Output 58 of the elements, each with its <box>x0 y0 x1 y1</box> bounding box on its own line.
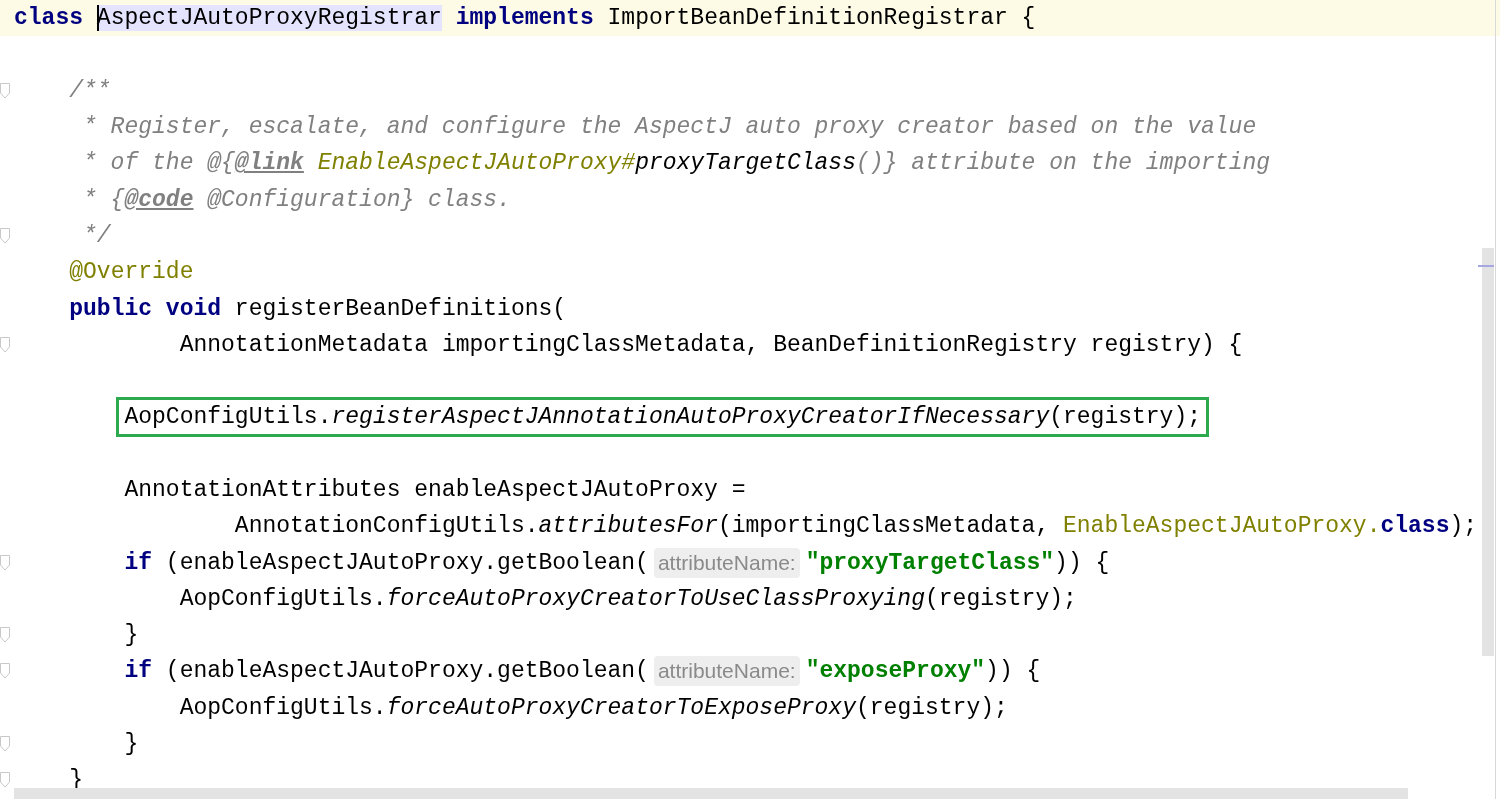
string-literal: "proxyTargetClass" <box>805 549 1055 576</box>
parameter-hint: attributeName: <box>653 547 800 578</box>
parameter-hint: attributeName: <box>653 656 800 687</box>
method-call: forceAutoProxyCreatorToExposeProxy <box>386 694 856 721</box>
scroll-marker <box>1478 265 1494 267</box>
fold-marker-icon[interactable] <box>0 554 10 571</box>
code-text: } <box>124 622 139 649</box>
doc-tag: @code <box>124 186 194 213</box>
doc-comment: */ <box>83 222 111 249</box>
code-text: (enableAspectJAutoProxy.getBoolean( <box>164 658 649 685</box>
code-text: AnnotationConfigUtils. <box>234 513 539 540</box>
method-call: attributesFor <box>538 513 718 540</box>
doc-comment: ()} attribute on the importing <box>855 150 1271 177</box>
keyword: implements <box>454 5 594 32</box>
code-text: (importingClassMetadata, <box>717 513 1051 540</box>
code-text: } <box>124 731 139 758</box>
doc-comment: * Register, escalate, and configure the AspectJ auto proxy creator based on the value <box>83 114 1257 141</box>
keyword: class <box>14 5 84 32</box>
keyword: public void <box>69 295 222 322</box>
horizontal-scrollbar[interactable] <box>14 788 1408 799</box>
class-reference: EnableAspectJAutoProxy. <box>1063 513 1381 540</box>
doc-tag: @link <box>234 150 304 177</box>
fold-marker-icon[interactable] <box>0 736 10 753</box>
code-text: (registry); <box>855 694 1008 721</box>
code-text: ); <box>1449 513 1478 540</box>
doc-comment: @Configuration} class. <box>206 186 511 213</box>
code-text: registerBeanDefinitions( <box>233 295 567 322</box>
doc-member: proxyTargetClass <box>635 150 856 177</box>
highlighted-identifier: AspectJAutoProxyRegistrar <box>96 5 442 32</box>
fold-marker-icon[interactable] <box>0 772 10 789</box>
code-text: (registry); <box>1049 404 1201 431</box>
code-text: AopConfigUtils. <box>179 585 387 612</box>
fold-marker-icon[interactable] <box>0 227 10 244</box>
doc-comment: * of the @{ <box>83 150 235 177</box>
fold-marker-icon[interactable] <box>0 663 10 680</box>
code-text: (registry); <box>925 585 1077 612</box>
keyword: if <box>124 658 153 685</box>
fold-marker-icon[interactable] <box>0 82 10 99</box>
fold-marker-icon[interactable] <box>0 627 10 644</box>
fold-marker-icon[interactable] <box>0 336 10 353</box>
vertical-scrollbar[interactable] <box>1482 248 1494 656</box>
string-literal: "exposeProxy" <box>805 658 986 685</box>
code-text: )) { <box>1054 549 1110 576</box>
code-text: AopConfigUtils. <box>124 404 332 431</box>
keyword: class <box>1380 513 1450 540</box>
code-text: ImportBeanDefinitionRegistrar { <box>606 5 1036 32</box>
annotation: @Override <box>69 259 194 286</box>
code-text: AopConfigUtils. <box>179 694 387 721</box>
doc-comment: /** <box>69 77 111 104</box>
code-text: (enableAspectJAutoProxy.getBoolean( <box>164 549 649 576</box>
method-call: registerAspectJAnnotationAutoProxyCreatorIfNecessary <box>331 404 1050 431</box>
method-call: forceAutoProxyCreatorToUseClassProxying <box>386 585 925 612</box>
doc-reference: EnableAspectJAutoProxy# <box>316 150 636 177</box>
doc-comment: * { <box>83 186 125 213</box>
code-text: AnnotationAttributes enableAspectJAutoProxy = <box>124 477 746 503</box>
code-text: AnnotationMetadata importingClassMetadata, BeanDefinitionRegistry registry) { <box>179 331 1243 358</box>
code-text: )) { <box>985 658 1041 685</box>
keyword: if <box>124 549 153 576</box>
